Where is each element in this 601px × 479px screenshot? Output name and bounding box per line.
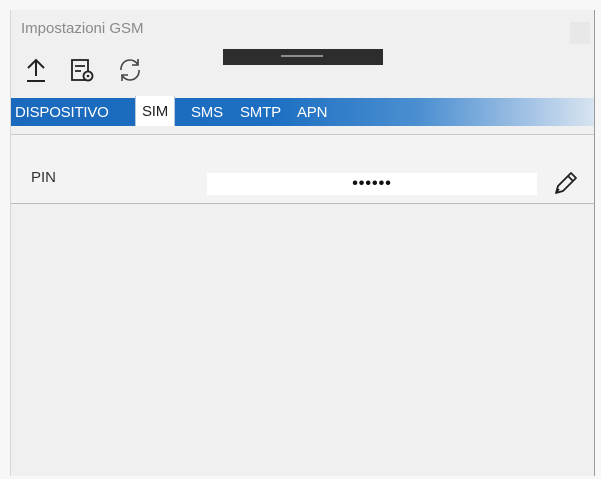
settings-list-icon[interactable]	[67, 54, 97, 86]
sim-settings-panel: PIN ••••••	[11, 134, 594, 204]
refresh-icon[interactable]	[115, 54, 145, 86]
close-button[interactable]	[570, 22, 590, 44]
tab-sim[interactable]: SIM	[135, 96, 176, 126]
tab-apn[interactable]: APN	[297, 98, 327, 126]
pin-field[interactable]: ••••••	[207, 173, 537, 195]
title-bar[interactable]: Impostazioni GSM	[11, 10, 594, 48]
window-title: Impostazioni GSM	[21, 20, 144, 37]
tab-sms[interactable]: SMS	[191, 98, 223, 126]
upload-icon[interactable]	[21, 54, 51, 86]
tab-bar: DISPOSITIVO SIM SMS SMTP APN	[11, 96, 594, 126]
tab-smtp[interactable]: SMTP	[240, 98, 281, 126]
tab-dispositivo[interactable]: DISPOSITIVO	[15, 98, 109, 126]
pin-label: PIN	[31, 169, 57, 186]
toolbar	[11, 54, 594, 90]
pencil-icon[interactable]	[550, 168, 580, 198]
gsm-settings-window: Impostazioni GSM DISPOSITIVO SIM SMS SMT…	[10, 10, 595, 476]
